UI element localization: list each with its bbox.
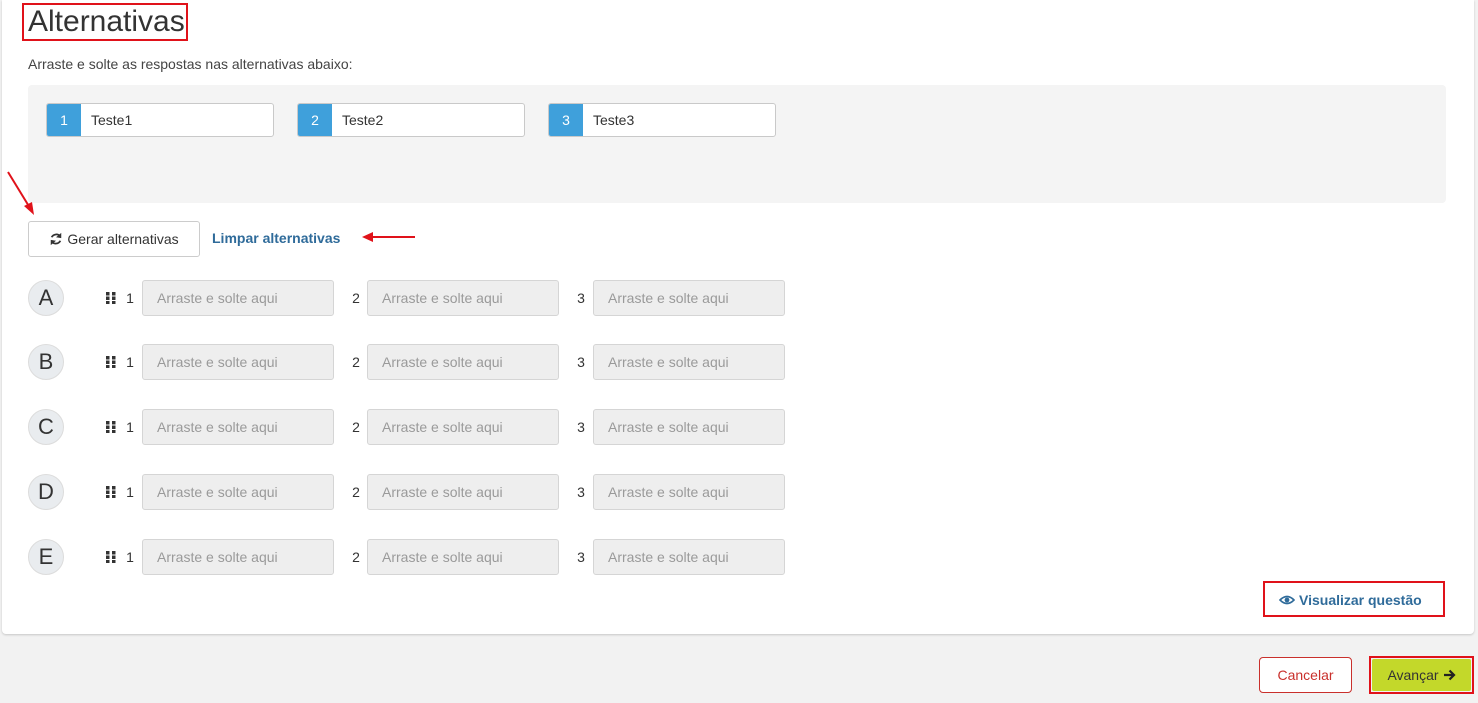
drop-slot[interactable]: Arraste e solte aqui [593, 280, 785, 316]
drop-slot[interactable]: Arraste e solte aqui [593, 344, 785, 380]
draggable-option-3[interactable]: 3 Teste3 [548, 103, 776, 137]
highlight-box-title [22, 3, 188, 41]
generate-alternatives-label: Gerar alternativas [67, 231, 179, 247]
slot-number: 2 [352, 419, 360, 435]
slot-number: 3 [577, 549, 585, 565]
alternative-letter-c: C [28, 409, 64, 445]
slot-number: 1 [126, 354, 134, 370]
drop-slot[interactable]: Arraste e solte aqui [367, 344, 559, 380]
draggable-option-2[interactable]: 2 Teste2 [297, 103, 525, 137]
drop-slot[interactable]: Arraste e solte aqui [367, 474, 559, 510]
slot-number: 2 [352, 484, 360, 500]
drop-slot[interactable]: Arraste e solte aqui [142, 344, 334, 380]
drop-slot[interactable]: Arraste e solte aqui [593, 409, 785, 445]
option-text: Teste2 [342, 112, 384, 128]
slot-number: 1 [126, 549, 134, 565]
option-number: 3 [549, 104, 583, 136]
alternative-letter-e: E [28, 539, 64, 575]
highlight-box-preview [1263, 581, 1445, 617]
drop-slot[interactable]: Arraste e solte aqui [142, 539, 334, 575]
refresh-icon [51, 232, 62, 246]
instruction-text: Arraste e solte as respostas nas alterna… [28, 56, 353, 72]
option-text: Teste1 [91, 112, 133, 128]
highlight-box-next [1369, 656, 1474, 694]
slot-number: 1 [126, 290, 134, 306]
cancel-button[interactable]: Cancelar [1259, 657, 1352, 693]
options-drag-area: 1 Teste1 2 Teste2 3 Teste3 [28, 85, 1446, 203]
drag-handle-icon[interactable] [106, 292, 116, 304]
drop-slot[interactable]: Arraste e solte aqui [142, 409, 334, 445]
drop-slot[interactable]: Arraste e solte aqui [367, 280, 559, 316]
slot-number: 1 [126, 419, 134, 435]
slot-number: 1 [126, 484, 134, 500]
slot-number: 3 [577, 354, 585, 370]
option-number: 2 [298, 104, 332, 136]
drop-slot[interactable]: Arraste e solte aqui [593, 474, 785, 510]
draggable-option-1[interactable]: 1 Teste1 [46, 103, 274, 137]
drop-slot[interactable]: Arraste e solte aqui [593, 539, 785, 575]
drag-handle-icon[interactable] [106, 421, 116, 433]
alternative-letter-d: D [28, 474, 64, 510]
drag-handle-icon[interactable] [106, 486, 116, 498]
drag-handle-icon[interactable] [106, 551, 116, 563]
generate-alternatives-button[interactable]: Gerar alternativas [28, 221, 200, 257]
option-number: 1 [47, 104, 81, 136]
slot-number: 2 [352, 290, 360, 306]
option-text: Teste3 [593, 112, 635, 128]
slot-number: 3 [577, 484, 585, 500]
drop-slot[interactable]: Arraste e solte aqui [142, 474, 334, 510]
alternative-letter-a: A [28, 280, 64, 316]
drop-slot[interactable]: Arraste e solte aqui [142, 280, 334, 316]
alternative-letter-b: B [28, 344, 64, 380]
drop-slot[interactable]: Arraste e solte aqui [367, 409, 559, 445]
drag-handle-icon[interactable] [106, 356, 116, 368]
clear-alternatives-link[interactable]: Limpar alternativas [212, 230, 340, 246]
slot-number: 2 [352, 354, 360, 370]
slot-number: 2 [352, 549, 360, 565]
slot-number: 3 [577, 419, 585, 435]
slot-number: 3 [577, 290, 585, 306]
drop-slot[interactable]: Arraste e solte aqui [367, 539, 559, 575]
